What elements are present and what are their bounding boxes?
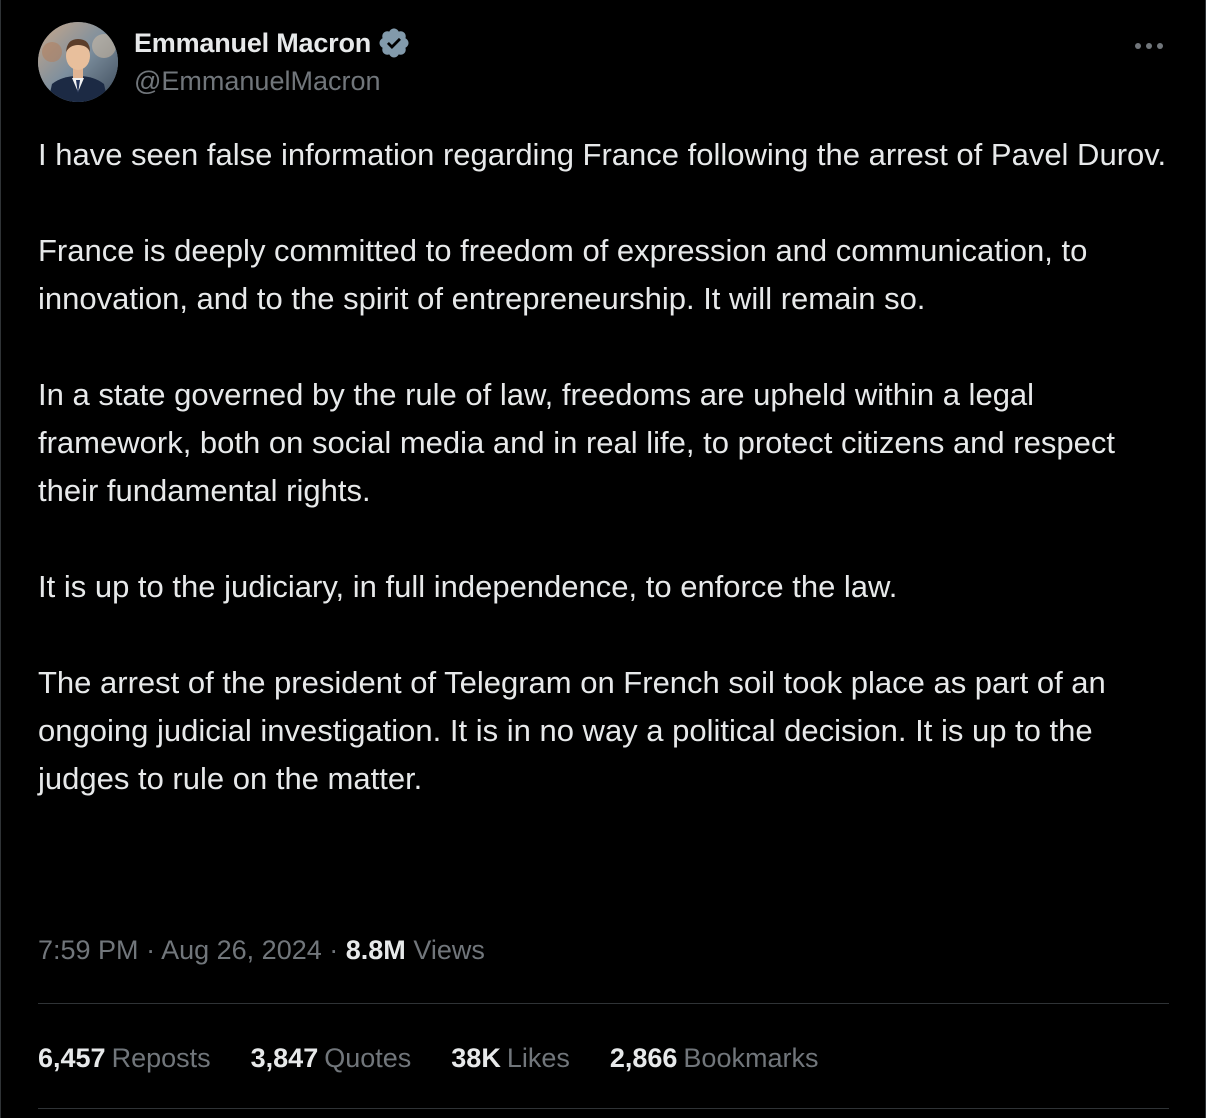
quotes-count: 3,847 [250,1043,319,1073]
name-row: Emmanuel Macron [134,28,411,58]
tweet-meta: 7:59 PM · Aug 26, 2024 · 8.8M Views [38,930,485,970]
tweet-paragraph: The arrest of the president of Telegram … [38,665,1106,796]
tweet-text: I have seen false information regarding … [38,131,1178,803]
avatar[interactable] [38,22,118,102]
more-horizontal-icon[interactable] [1129,26,1169,66]
views-count: 8.8M [345,935,406,965]
tweet-header: Emmanuel Macron @EmmanuelMacron [38,22,1169,104]
reposts-stat[interactable]: 6,457 Reposts [38,1038,211,1078]
reposts-count: 6,457 [38,1043,106,1073]
likes-count: 38K [451,1043,501,1073]
views-label: Views [413,935,485,965]
tweet-paragraph: In a state governed by the rule of law, … [38,377,1115,508]
verified-badge-icon[interactable] [377,26,411,60]
bookmarks-count: 2,866 [609,1043,678,1073]
tweet-paragraph: I have seen false information regarding … [38,137,1167,172]
tweet-date[interactable]: Aug 26, 2024 [161,935,322,965]
author-handle[interactable]: @EmmanuelMacron [134,66,411,97]
likes-label: Likes [506,1043,570,1073]
avatar-image [38,22,118,102]
bookmarks-stat[interactable]: 2,866 Bookmarks [610,1038,819,1078]
reposts-label: Reposts [111,1043,211,1073]
tweet-time[interactable]: 7:59 PM [38,935,139,965]
quotes-stat[interactable]: 3,847 Quotes [251,1038,412,1078]
tweet-paragraph: France is deeply committed to freedom of… [38,233,1088,316]
tweet-paragraph: It is up to the judiciary, in full indep… [38,569,898,604]
meta-separator: · [146,935,162,965]
quotes-label: Quotes [324,1043,412,1073]
author-display-name[interactable]: Emmanuel Macron [134,28,371,59]
meta-separator: · [329,935,346,965]
bookmarks-label: Bookmarks [683,1043,819,1073]
author-block: Emmanuel Macron @EmmanuelMacron [134,28,411,97]
likes-stat[interactable]: 38K Likes [451,1038,570,1078]
tweet-detail: Emmanuel Macron @EmmanuelMacron I have s… [0,0,1206,1118]
divider [38,1108,1169,1109]
divider [38,1003,1169,1004]
tweet-stats: 6,457 Reposts 3,847 Quotes 38K Likes 2,866 B… [38,1038,858,1078]
